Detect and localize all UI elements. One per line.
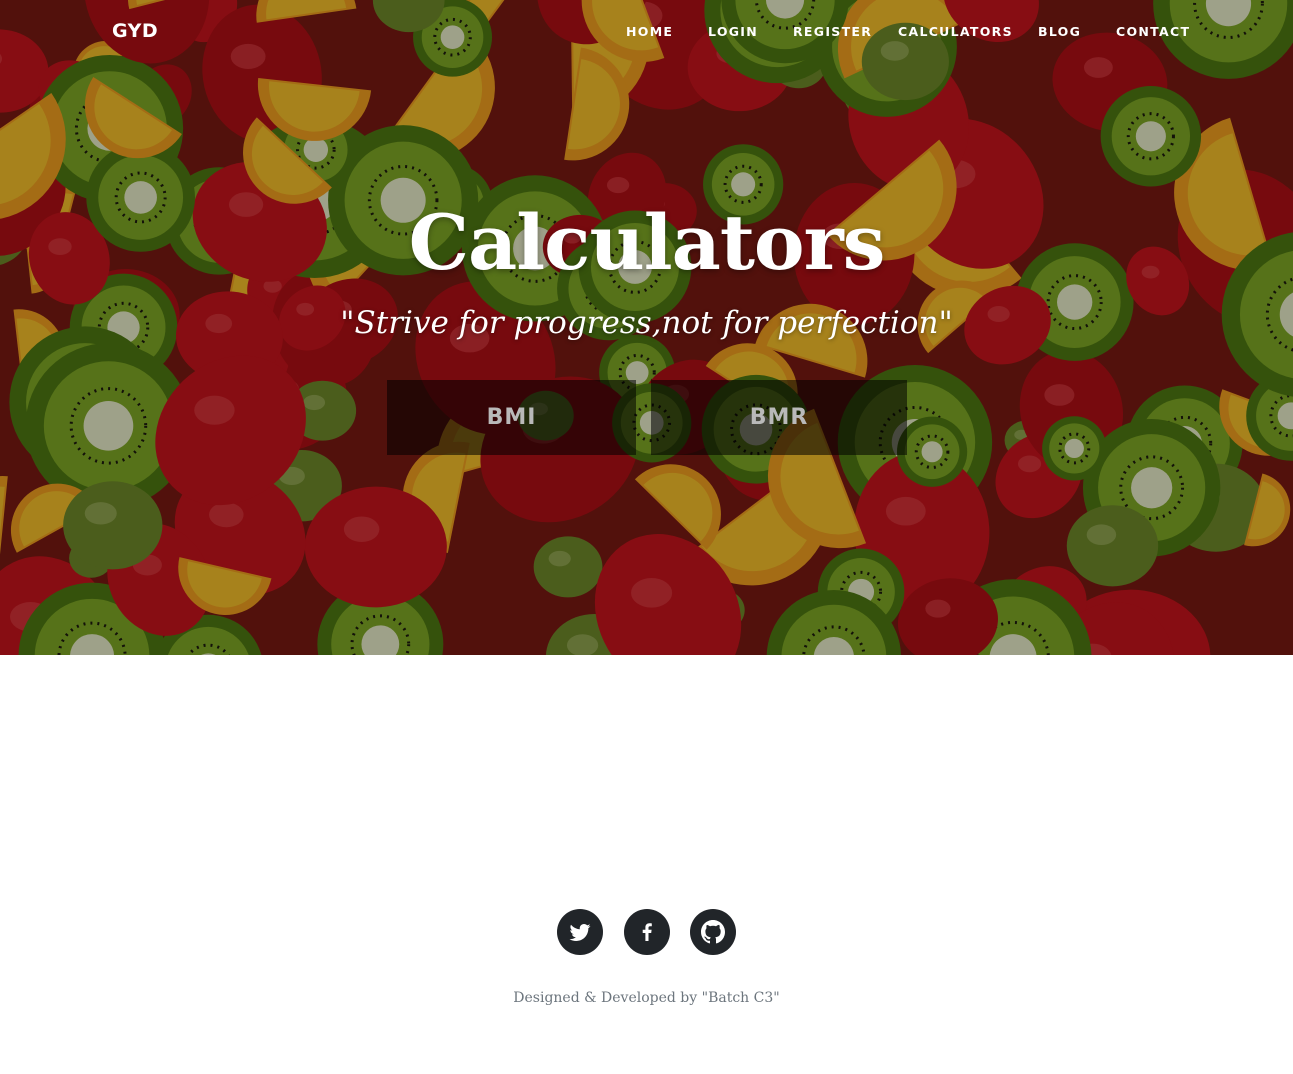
facebook-icon	[635, 920, 659, 944]
facebook-link[interactable]	[624, 909, 670, 955]
nav-blog[interactable]: BLOG	[1038, 24, 1081, 39]
hero-section: GYD HOME LOGIN REGISTER CALCULATORS BLOG…	[0, 0, 1293, 655]
bmi-button[interactable]: BMI	[387, 380, 636, 455]
footer-credit: Designed & Developed by "Batch C3"	[513, 990, 780, 1006]
nav-login[interactable]: LOGIN	[708, 24, 758, 39]
nav-home[interactable]: HOME	[626, 24, 673, 39]
nav-calculators[interactable]: CALCULATORS	[898, 24, 1013, 39]
nav-register[interactable]: REGISTER	[793, 24, 872, 39]
twitter-link[interactable]	[557, 909, 603, 955]
github-link[interactable]	[690, 909, 736, 955]
bmr-button[interactable]: BMR	[651, 380, 907, 455]
github-icon	[701, 920, 725, 944]
twitter-icon	[568, 920, 592, 944]
hero-quote: "Strive for progress,not for perfection"	[340, 305, 953, 341]
main-nav: HOME LOGIN REGISTER CALCULATORS BLOG CON…	[0, 24, 1293, 44]
nav-contact[interactable]: CONTACT	[1116, 24, 1190, 39]
page-title: Calculators	[408, 198, 886, 287]
